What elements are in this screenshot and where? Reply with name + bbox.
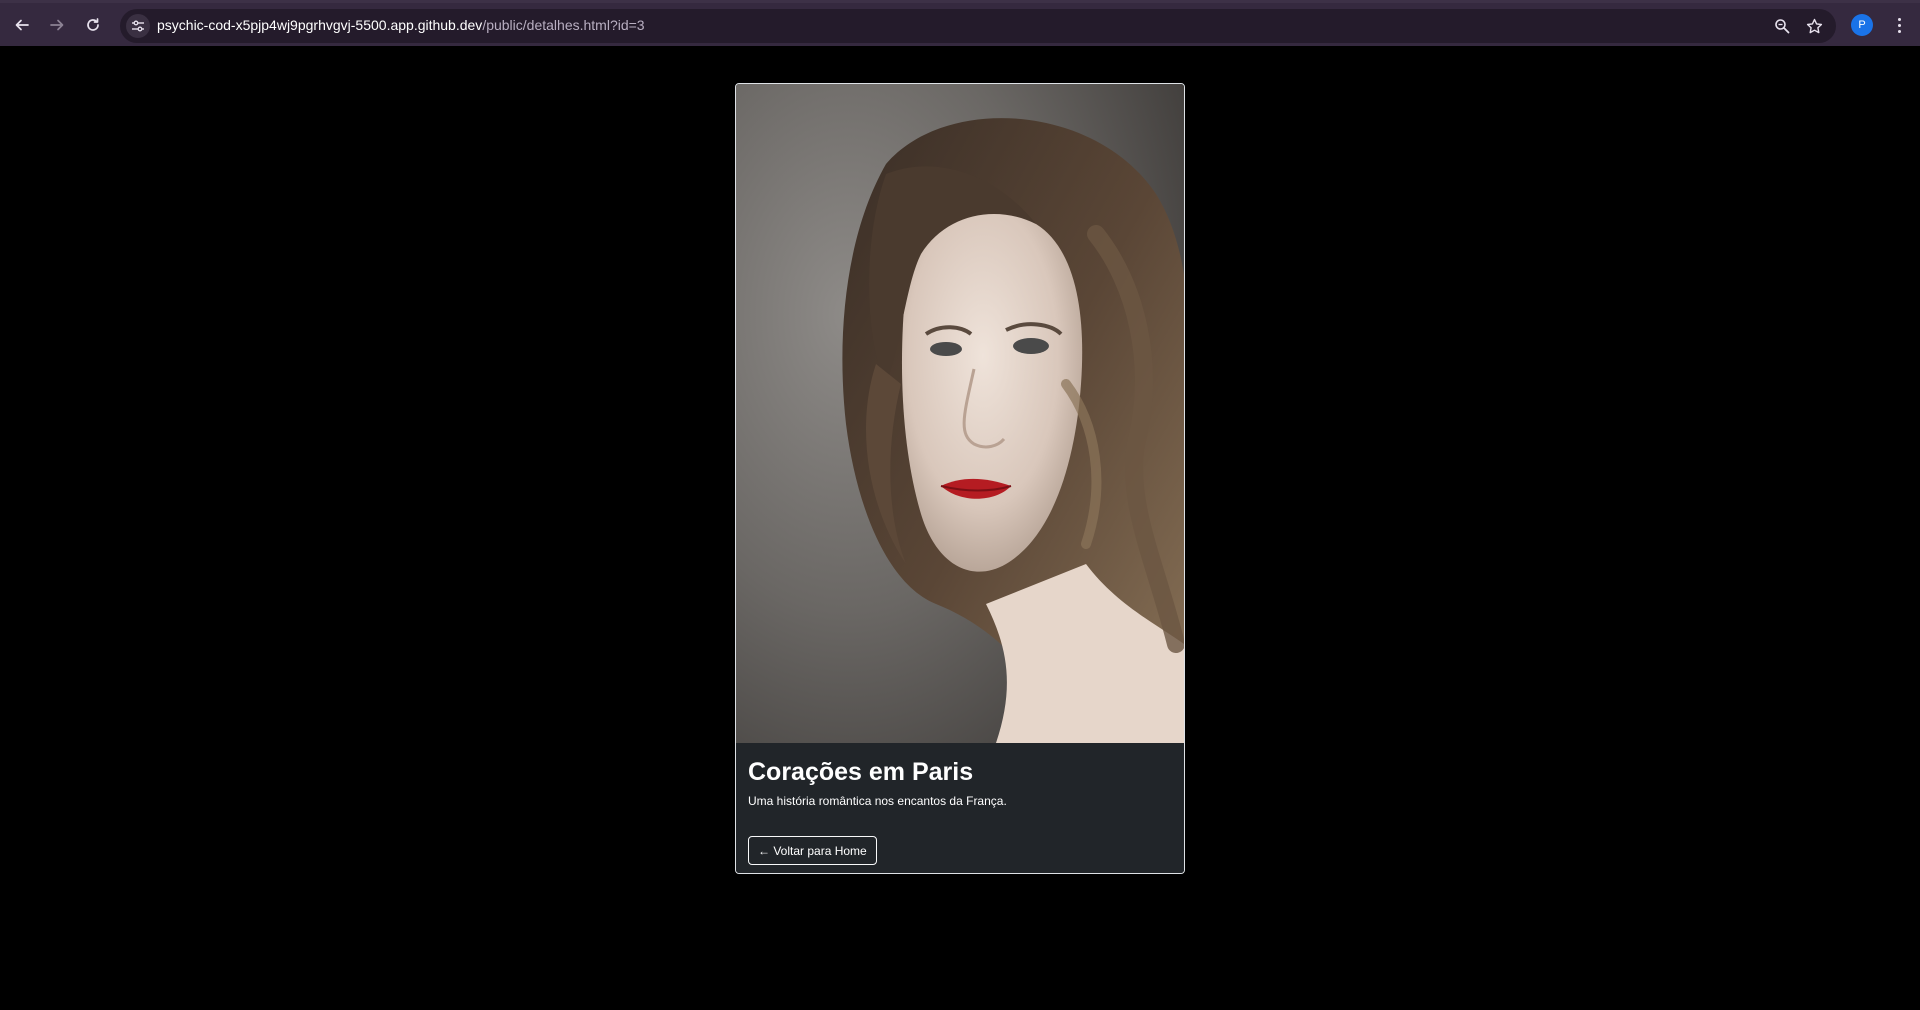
star-icon — [1806, 18, 1822, 33]
reload-button[interactable] — [79, 11, 107, 39]
portrait-photo — [736, 84, 1184, 743]
card-description: Uma história romântica nos encantos da F… — [748, 794, 1007, 808]
arrow-right-icon — [50, 19, 64, 31]
detail-card: Corações em Paris Uma história romântica… — [735, 83, 1185, 874]
url-text[interactable]: psychic-cod-x5pjp4wj9pgrhvgvj-5500.app.g… — [157, 17, 645, 33]
zoom-button[interactable] — [1772, 16, 1792, 36]
card-body: Corações em Paris Uma história romântica… — [736, 743, 1184, 873]
bookmark-button[interactable] — [1804, 16, 1824, 36]
url-path: /public/detalhes.html?id=3 — [482, 17, 645, 33]
forward-button[interactable] — [43, 11, 71, 39]
kebab-menu-icon[interactable] — [1889, 14, 1909, 36]
back-to-home-button[interactable]: ← Voltar para Home — [748, 836, 877, 865]
address-bar[interactable]: psychic-cod-x5pjp4wj9pgrhvgvj-5500.app.g… — [120, 9, 1836, 43]
tune-icon — [132, 20, 144, 32]
back-button[interactable] — [8, 11, 36, 39]
site-info-button[interactable] — [126, 14, 150, 38]
profile-avatar[interactable]: P — [1851, 14, 1873, 36]
page-title: Corações em Paris — [748, 758, 974, 786]
browser-toolbar: psychic-cod-x5pjp4wj9pgrhvgvj-5500.app.g… — [0, 0, 1920, 46]
arrow-left-icon — [15, 19, 29, 31]
reload-icon — [87, 18, 99, 31]
zoom-icon — [1775, 19, 1790, 34]
url-host: psychic-cod-x5pjp4wj9pgrhvgvj-5500.app.g… — [157, 17, 483, 33]
card-image — [736, 84, 1184, 743]
